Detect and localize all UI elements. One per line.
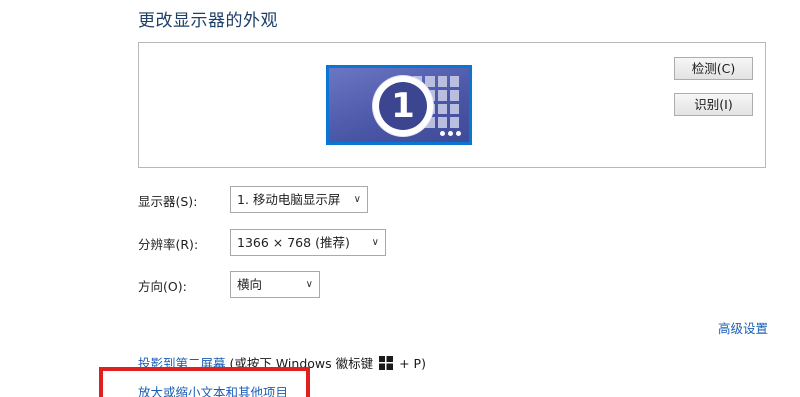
page-title: 更改显示器的外观 bbox=[138, 11, 278, 31]
display-select[interactable]: 1. 移动电脑显示屏 ∨ bbox=[230, 186, 368, 213]
resolution-select-value: 1366 × 768 (推荐) bbox=[237, 235, 350, 250]
project-hint-suffix: + P) bbox=[399, 356, 426, 371]
chevron-down-icon: ∨ bbox=[371, 237, 379, 248]
detect-button[interactable]: 检测(C) bbox=[674, 57, 753, 80]
monitor-number: 1 bbox=[379, 82, 427, 130]
chevron-down-icon: ∨ bbox=[353, 194, 361, 205]
orientation-select[interactable]: 横向 ∨ bbox=[230, 271, 320, 298]
windows-logo-icon bbox=[379, 356, 394, 370]
monitor-1-thumbnail[interactable]: 1 bbox=[326, 65, 472, 145]
display-select-value: 1. 移动电脑显示屏 bbox=[237, 192, 341, 207]
identify-button[interactable]: 识别(I) bbox=[674, 93, 753, 116]
monitor-dots-icon bbox=[440, 131, 461, 136]
display-label: 显示器(S): bbox=[138, 194, 198, 209]
display-preview-panel: 1 检测(C) 识别(I) bbox=[138, 42, 766, 168]
resolution-label: 分辨率(R): bbox=[138, 237, 199, 252]
advanced-settings-link[interactable]: 高级设置 bbox=[718, 318, 768, 337]
red-highlight-frame bbox=[99, 367, 310, 397]
resolution-select[interactable]: 1366 × 768 (推荐) ∨ bbox=[230, 229, 386, 256]
monitor-number-badge: 1 bbox=[373, 76, 433, 136]
display-settings-page: 更改显示器的外观 1 检测(C) 识别(I) 显示器(S): 1. 移动电脑显示… bbox=[0, 0, 800, 397]
chevron-down-icon: ∨ bbox=[305, 279, 313, 290]
orientation-label: 方向(O): bbox=[138, 279, 187, 294]
orientation-select-value: 横向 bbox=[237, 277, 263, 292]
